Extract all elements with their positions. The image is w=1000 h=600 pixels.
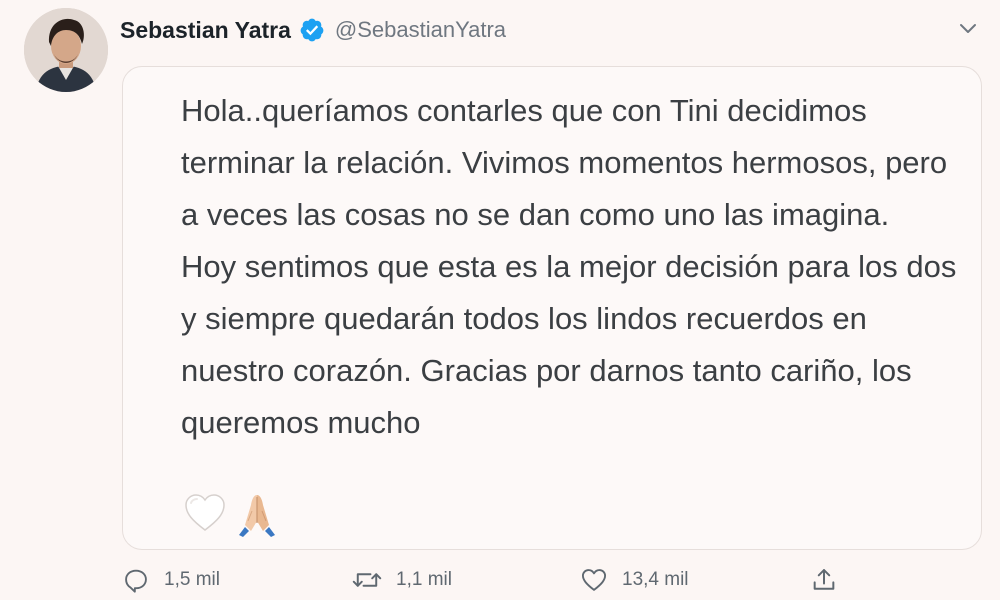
reply-button[interactable]: 1,5 mil — [122, 566, 220, 594]
reply-count: 1,5 mil — [164, 569, 220, 590]
reply-icon — [125, 569, 147, 593]
tweet-text-card: Hola..queríamos contarles que con Tini d… — [122, 66, 982, 550]
heart-icon — [581, 569, 607, 591]
tweet-text: Hola..queríamos contarles que con Tini d… — [181, 85, 971, 449]
share-icon — [813, 569, 835, 590]
retweet-icon — [352, 573, 382, 587]
retweet-button[interactable]: 1,1 mil — [352, 566, 452, 594]
display-name[interactable]: Sebastian Yatra — [120, 17, 291, 44]
avatar[interactable] — [24, 8, 108, 92]
share-button[interactable] — [810, 566, 838, 594]
verified-badge-icon — [299, 17, 325, 43]
handle[interactable]: @SebastianYatra — [335, 17, 506, 43]
tweet-paragraph: Hola..queríamos contarles que con Tini d… — [181, 93, 948, 232]
avatar-photo — [24, 8, 108, 92]
folded-hands-icon — [239, 495, 275, 537]
white-heart-icon — [185, 494, 225, 531]
like-button[interactable]: 13,4 mil — [580, 566, 689, 594]
tweet-card: Sebastian Yatra @SebastianYatra Hola..qu… — [0, 0, 1000, 600]
tweet-header: Sebastian Yatra @SebastianYatra — [120, 12, 506, 48]
tweet-paragraph: Hoy sentimos que esta es la mejor decisi… — [181, 249, 957, 440]
tweet-actions: 1,5 mil 1,1 mil 13,4 mil — [122, 566, 862, 600]
retweet-count: 1,1 mil — [396, 569, 452, 590]
emoji-row — [183, 491, 281, 539]
chevron-down-icon[interactable] — [956, 16, 980, 40]
like-count: 13,4 mil — [622, 569, 689, 590]
